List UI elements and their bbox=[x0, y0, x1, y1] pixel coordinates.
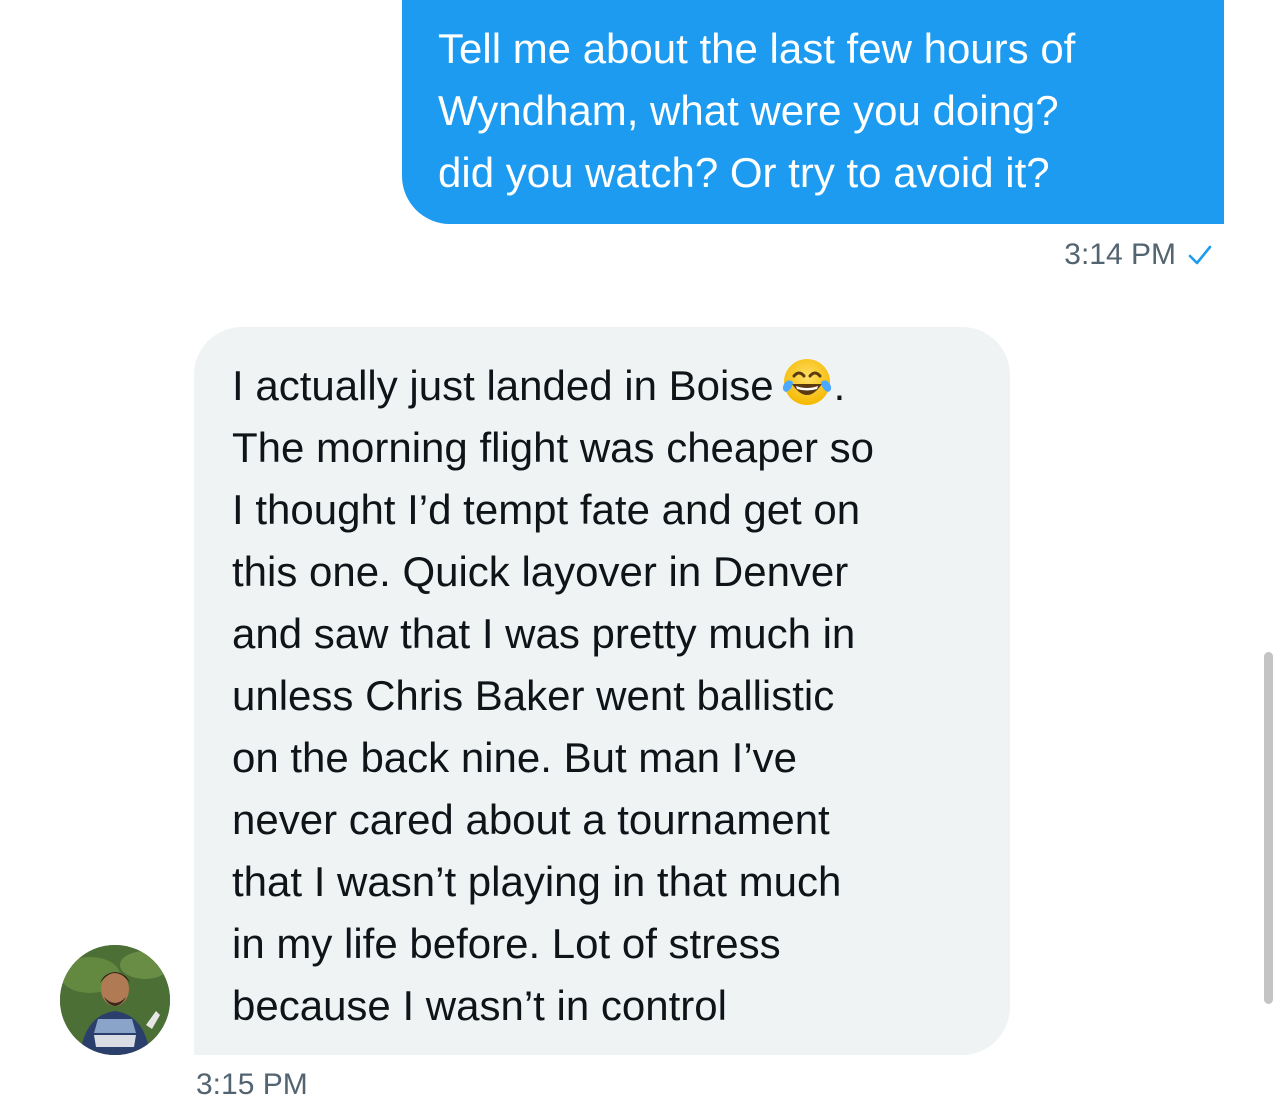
sent-message-bubble[interactable]: Tell me about the last few hours of Wynd… bbox=[402, 0, 1224, 224]
received-message-bubble[interactable]: I actually just landed in Boise . The mo… bbox=[194, 327, 1010, 1055]
avatar-photo bbox=[60, 945, 170, 1055]
tears-of-joy-emoji-icon bbox=[782, 359, 831, 405]
received-message-first-line: I actually just landed in Boise bbox=[232, 362, 774, 409]
received-message-text: I actually just landed in Boise . The mo… bbox=[232, 355, 980, 1037]
sent-message-text: Tell me about the last few hours of Wynd… bbox=[438, 25, 1076, 196]
scrollbar[interactable] bbox=[1264, 652, 1273, 1004]
received-message-body: The morning flight was cheaper so I thou… bbox=[232, 424, 874, 1029]
sent-message-time: 3:14 PM bbox=[1064, 238, 1176, 271]
received-message-first-line-end: . bbox=[833, 362, 846, 409]
received-message-time: 3:15 PM bbox=[196, 1068, 308, 1101]
avatar[interactable] bbox=[60, 945, 170, 1055]
sent-message-meta: 3:14 PM bbox=[1064, 238, 1214, 272]
check-icon bbox=[1188, 245, 1212, 265]
